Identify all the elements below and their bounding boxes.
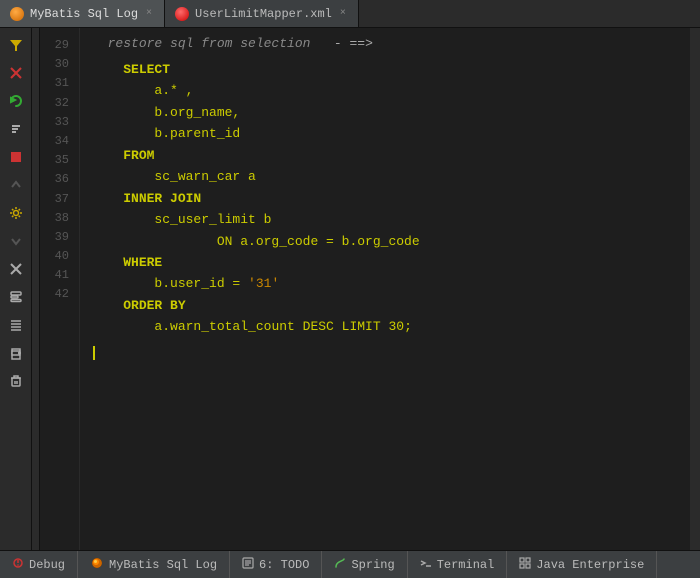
tab-label: MyBatis Sql Log xyxy=(30,7,138,21)
string-value: '31' xyxy=(248,276,279,291)
line-num-39: 39 xyxy=(40,228,75,247)
status-bar: Debug MyBatis Sql Log 6: TODO Spring Ter… xyxy=(0,550,700,578)
line-num-33: 33 xyxy=(40,113,75,132)
line-num-31: 31 xyxy=(40,74,75,93)
tab-icon xyxy=(10,7,24,21)
keyword-from: FROM xyxy=(123,148,154,163)
line-num-35: 35 xyxy=(40,151,75,170)
line-num-36: 36 xyxy=(40,170,75,189)
sql-from-line: FROM xyxy=(92,145,678,166)
comment-text: restore sql from selection - ==> xyxy=(92,36,373,51)
keyword-orderby: ORDER BY xyxy=(123,298,185,313)
tab-bar: MyBatis Sql Log × UserLimitMapper.xml × xyxy=(0,0,700,28)
line-num-42: 42 xyxy=(40,285,75,304)
status-java-enterprise[interactable]: Java Enterprise xyxy=(507,551,657,578)
status-mybatis[interactable]: MyBatis Sql Log xyxy=(78,551,230,578)
line-num-37: 37 xyxy=(40,190,75,209)
java-enterprise-label: Java Enterprise xyxy=(536,558,644,572)
sql-where-cond-line: b.user_id = '31' xyxy=(92,273,678,294)
tab-file-close[interactable]: × xyxy=(338,8,348,19)
tab-userlimit[interactable]: UserLimitMapper.xml × xyxy=(165,0,359,27)
java-enterprise-icon xyxy=(519,557,531,573)
mybatis-icon xyxy=(90,556,104,574)
table2: sc_user_limit b xyxy=(154,212,271,227)
left-toolbar xyxy=(0,28,32,550)
sql-select-line: SELECT xyxy=(92,59,678,80)
col1: a.* , xyxy=(154,83,193,98)
line-num-40: 40 xyxy=(40,247,75,266)
side-markers xyxy=(32,28,40,550)
content-panel: 29 30 31 32 33 34 35 36 37 38 39 40 41 4… xyxy=(40,28,700,550)
todo-label: 6: TODO xyxy=(259,558,309,572)
where-col: b.user_id = '31' xyxy=(154,276,279,291)
clear-button[interactable] xyxy=(3,60,29,86)
down-button[interactable] xyxy=(3,228,29,254)
on-clause: ON a.org_code = b.org_code xyxy=(217,234,420,249)
spring-icon xyxy=(334,557,346,573)
keyword-inner-join: INNER JOIN xyxy=(123,191,201,206)
terminal-label: Terminal xyxy=(437,558,495,572)
sql-on-line: ON a.org_code = b.org_code xyxy=(92,231,678,252)
scrollbar-track[interactable] xyxy=(690,28,700,550)
sql-editor[interactable]: restore sql from selection - ==> SELECT … xyxy=(80,28,690,550)
print-button[interactable] xyxy=(3,340,29,366)
tab-file-icon xyxy=(175,7,189,21)
format2-button[interactable] xyxy=(3,312,29,338)
sql-col2-line: b.org_name, xyxy=(92,102,678,123)
tab-mybatis-sql-log[interactable]: MyBatis Sql Log × xyxy=(0,0,165,27)
terminal-icon xyxy=(420,557,432,573)
todo-icon xyxy=(242,557,254,573)
mybatis-label: MyBatis Sql Log xyxy=(109,558,217,572)
line-num-29: 29 xyxy=(40,36,75,55)
status-todo[interactable]: 6: TODO xyxy=(230,551,322,578)
keyword-select: SELECT xyxy=(123,62,170,77)
debug-icon xyxy=(12,557,24,573)
status-terminal[interactable]: Terminal xyxy=(408,551,508,578)
debug-label: Debug xyxy=(29,558,65,572)
spring-label: Spring xyxy=(351,558,394,572)
col3: b.parent_id xyxy=(154,126,240,141)
line-num-34: 34 xyxy=(40,132,75,151)
delete-button[interactable] xyxy=(3,368,29,394)
line-num-41: 41 xyxy=(40,266,75,285)
line-numbers: 29 30 31 32 33 34 35 36 37 38 39 40 41 4… xyxy=(40,28,80,550)
sql-where-line: WHERE xyxy=(92,252,678,273)
sql-inner-join-line: INNER JOIN xyxy=(92,188,678,209)
status-spring[interactable]: Spring xyxy=(322,551,407,578)
text-cursor xyxy=(93,346,95,360)
sql-orderby-line: ORDER BY xyxy=(92,295,678,316)
cursor-line xyxy=(92,346,678,360)
sql-table1-line: sc_warn_car a xyxy=(92,166,678,187)
keyword-where: WHERE xyxy=(123,255,162,270)
up-button[interactable] xyxy=(3,172,29,198)
sort-button[interactable] xyxy=(3,116,29,142)
status-debug[interactable]: Debug xyxy=(0,551,78,578)
line-num-32: 32 xyxy=(40,94,75,113)
line-num-30: 30 xyxy=(40,55,75,74)
format-button[interactable] xyxy=(3,284,29,310)
sql-col3-line: b.parent_id xyxy=(92,123,678,144)
sql-table2-line: sc_user_limit b xyxy=(92,209,678,230)
main-area: 29 30 31 32 33 34 35 36 37 38 39 40 41 4… xyxy=(0,28,700,550)
refresh-button[interactable] xyxy=(3,88,29,114)
wrench-button[interactable] xyxy=(3,200,29,226)
close-x-button[interactable] xyxy=(3,256,29,282)
sql-ordercol-line: a.warn_total_count DESC LIMIT 30; xyxy=(92,316,678,337)
col2: b.org_name, xyxy=(154,105,240,120)
comment-line: restore sql from selection - ==> xyxy=(92,34,678,53)
tab-file-label: UserLimitMapper.xml xyxy=(195,7,332,21)
sql-col1-line: a.* , xyxy=(92,80,678,101)
order-col: a.warn_total_count DESC LIMIT 30; xyxy=(154,319,411,334)
stop-button[interactable] xyxy=(3,144,29,170)
line-num-38: 38 xyxy=(40,209,75,228)
sql-code-block: SELECT a.* , b.org_name, b.parent_id FRO… xyxy=(92,59,678,360)
table1: sc_warn_car a xyxy=(154,169,255,184)
tab-close-button[interactable]: × xyxy=(144,8,154,19)
filter-button[interactable] xyxy=(3,32,29,58)
